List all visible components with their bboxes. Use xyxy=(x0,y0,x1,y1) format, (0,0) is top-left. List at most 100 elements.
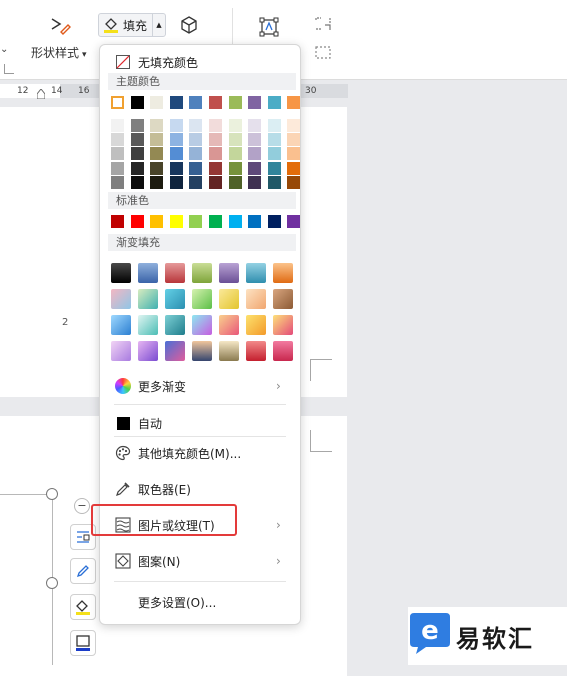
shape-style-icon[interactable] xyxy=(48,14,72,38)
theme-shade-swatch[interactable] xyxy=(169,161,183,175)
gradient-swatch[interactable] xyxy=(273,289,293,309)
3d-effect-icon[interactable] xyxy=(178,14,200,36)
theme-shade-swatch[interactable] xyxy=(169,119,183,132)
gradient-swatch[interactable] xyxy=(246,263,266,283)
outline-style-button[interactable] xyxy=(70,558,96,584)
theme-color-swatch[interactable] xyxy=(169,96,183,109)
ribbon-dialog-launcher-icon[interactable] xyxy=(4,64,14,74)
standard-color-swatch[interactable] xyxy=(228,215,242,228)
theme-shade-swatch[interactable] xyxy=(267,147,281,161)
theme-shade-swatch[interactable] xyxy=(189,175,203,189)
theme-shade-swatch[interactable] xyxy=(267,161,281,175)
theme-shade-swatch[interactable] xyxy=(111,147,124,161)
gradient-swatch[interactable] xyxy=(219,263,239,283)
standard-color-swatch[interactable] xyxy=(150,215,164,228)
theme-shade-swatch[interactable] xyxy=(130,147,144,161)
gradient-swatch[interactable] xyxy=(219,341,239,361)
theme-shade-swatch[interactable] xyxy=(189,161,203,175)
theme-shade-swatch[interactable] xyxy=(130,119,144,132)
theme-shade-swatch[interactable] xyxy=(209,133,222,147)
theme-shade-swatch[interactable] xyxy=(169,175,183,189)
pattern-item[interactable]: 图案(N) › xyxy=(100,548,300,574)
theme-shade-swatch[interactable] xyxy=(189,147,203,161)
eyedropper-item[interactable]: 取色器(E) xyxy=(100,476,300,502)
more-gradients-item[interactable]: 更多渐变 › xyxy=(100,373,300,399)
theme-shade-swatch[interactable] xyxy=(189,133,203,147)
gradient-swatch[interactable] xyxy=(219,315,239,335)
theme-shade-swatch[interactable] xyxy=(248,161,262,175)
theme-shade-swatch[interactable] xyxy=(267,119,281,132)
no-fill-item[interactable]: 无填充颜色 xyxy=(100,49,300,75)
standard-color-swatch[interactable] xyxy=(130,215,144,228)
fill-dropdown-arrow-icon[interactable]: ▲ xyxy=(152,14,165,36)
gradient-swatch[interactable] xyxy=(273,263,293,283)
theme-color-swatch[interactable] xyxy=(189,96,203,109)
theme-shade-swatch[interactable] xyxy=(287,119,301,132)
gradient-swatch[interactable] xyxy=(111,341,131,361)
theme-shade-swatch[interactable] xyxy=(228,119,242,132)
fill-button[interactable]: 填充 ▲ xyxy=(98,13,166,37)
theme-color-swatch[interactable] xyxy=(248,96,262,109)
gradient-swatch[interactable] xyxy=(138,341,158,361)
resize-handle[interactable] xyxy=(46,577,58,589)
theme-shade-swatch[interactable] xyxy=(150,161,164,175)
gradient-swatch[interactable] xyxy=(111,289,131,309)
theme-shade-swatch[interactable] xyxy=(111,175,124,189)
theme-color-swatch[interactable] xyxy=(150,96,164,109)
theme-shade-swatch[interactable] xyxy=(111,119,124,132)
select-pane-icon[interactable] xyxy=(258,16,280,38)
quick-fill-button[interactable] xyxy=(70,594,96,620)
standard-color-swatch[interactable] xyxy=(111,215,124,228)
theme-shade-swatch[interactable] xyxy=(228,147,242,161)
theme-shade-swatch[interactable] xyxy=(169,147,183,161)
shape-style-button[interactable]: 形状样式 ▾ xyxy=(31,44,87,61)
gradient-swatch[interactable] xyxy=(192,341,212,361)
theme-shade-swatch[interactable] xyxy=(287,133,301,147)
theme-shade-swatch[interactable] xyxy=(130,161,144,175)
theme-color-swatch[interactable] xyxy=(287,96,301,109)
align-icon[interactable] xyxy=(312,16,334,34)
gradient-swatch[interactable] xyxy=(111,263,131,283)
theme-shade-swatch[interactable] xyxy=(248,175,262,189)
theme-shade-swatch[interactable] xyxy=(248,147,262,161)
theme-shade-swatch[interactable] xyxy=(130,133,144,147)
standard-color-swatch[interactable] xyxy=(209,215,222,228)
standard-color-swatch[interactable] xyxy=(189,215,203,228)
gradient-swatch[interactable] xyxy=(219,289,239,309)
theme-shade-swatch[interactable] xyxy=(150,119,164,132)
theme-shade-swatch[interactable] xyxy=(248,133,262,147)
theme-shade-swatch[interactable] xyxy=(228,133,242,147)
gradient-swatch[interactable] xyxy=(165,341,185,361)
theme-color-swatch[interactable] xyxy=(209,96,222,109)
theme-shade-swatch[interactable] xyxy=(130,175,144,189)
gradient-swatch[interactable] xyxy=(165,263,185,283)
indent-marker-icon[interactable] xyxy=(36,88,46,100)
gradient-swatch[interactable] xyxy=(246,341,266,361)
gradient-swatch[interactable] xyxy=(246,289,266,309)
theme-shade-swatch[interactable] xyxy=(209,119,222,132)
gradient-swatch[interactable] xyxy=(138,289,158,309)
theme-color-swatch[interactable] xyxy=(228,96,242,109)
outline-color-button[interactable] xyxy=(70,630,96,656)
gradient-swatch[interactable] xyxy=(273,315,293,335)
theme-shade-swatch[interactable] xyxy=(248,119,262,132)
auto-color-item[interactable]: 自动 xyxy=(100,410,300,436)
standard-color-swatch[interactable] xyxy=(287,215,301,228)
theme-shade-swatch[interactable] xyxy=(150,147,164,161)
theme-shade-swatch[interactable] xyxy=(169,133,183,147)
theme-shade-swatch[interactable] xyxy=(228,175,242,189)
collapse-handle-icon[interactable]: − xyxy=(74,498,90,514)
group-icon[interactable] xyxy=(312,44,334,62)
theme-shade-swatch[interactable] xyxy=(150,133,164,147)
theme-shade-swatch[interactable] xyxy=(189,119,203,132)
gradient-swatch[interactable] xyxy=(192,263,212,283)
resize-handle[interactable] xyxy=(46,488,58,500)
standard-color-swatch[interactable] xyxy=(169,215,183,228)
gradient-swatch[interactable] xyxy=(165,289,185,309)
gradient-swatch[interactable] xyxy=(192,289,212,309)
gradient-swatch[interactable] xyxy=(111,315,131,335)
other-fill-colors-item[interactable]: 其他填充颜色(M)... xyxy=(100,440,300,466)
theme-shade-swatch[interactable] xyxy=(267,175,281,189)
theme-shade-swatch[interactable] xyxy=(209,147,222,161)
theme-shade-swatch[interactable] xyxy=(267,133,281,147)
